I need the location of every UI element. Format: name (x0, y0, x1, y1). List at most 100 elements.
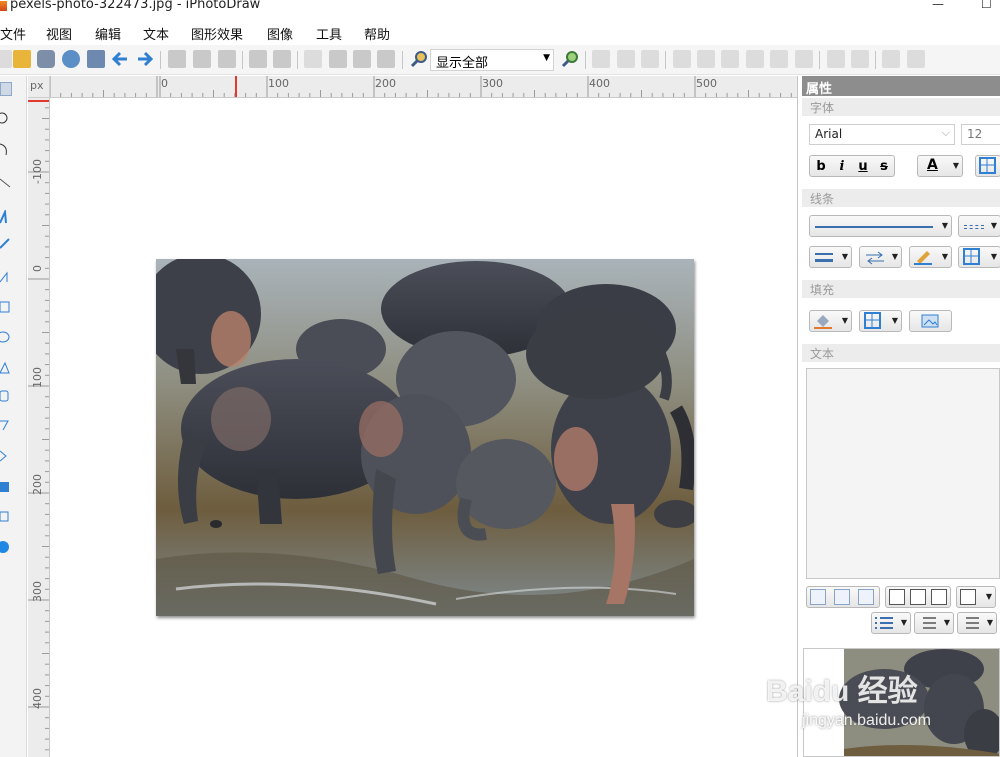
font-name-select[interactable]: Arial ⌵ (809, 124, 955, 145)
zoom-out-icon[interactable] (410, 50, 428, 68)
valign-top-icon[interactable] (889, 589, 905, 605)
text-content-area[interactable] (806, 368, 1000, 579)
undo-icon[interactable] (111, 50, 129, 68)
select-tool-icon[interactable] (0, 82, 12, 96)
line-style-select[interactable]: ▼ (809, 215, 952, 237)
align-center-icon[interactable] (697, 50, 715, 68)
font-color-button[interactable]: A ▼ (917, 155, 963, 177)
ellipse-tool-icon[interactable] (0, 330, 12, 344)
save-as-icon[interactable] (87, 50, 105, 68)
align-top-icon[interactable] (746, 50, 764, 68)
bring-front-icon[interactable] (882, 50, 900, 68)
bold-button[interactable]: b (812, 158, 830, 176)
new-icon[interactable] (0, 50, 12, 68)
snap-object-icon[interactable] (617, 50, 635, 68)
numbered-list-select[interactable]: ▼ (914, 612, 954, 634)
underline-button[interactable]: u (854, 158, 872, 176)
copy-icon[interactable] (193, 50, 211, 68)
lasso-tool-icon[interactable] (0, 111, 12, 125)
align-bottom-icon[interactable] (795, 50, 813, 68)
maximize-button[interactable]: ☐ (981, 0, 992, 11)
web-icon[interactable] (62, 50, 80, 68)
chevron-down-icon: ▼ (891, 252, 898, 261)
fill-pattern-select[interactable]: ▼ (859, 310, 902, 332)
font-size-select[interactable]: 12 (961, 124, 1000, 145)
rectangle-tool-icon[interactable] (0, 300, 12, 314)
italic-button[interactable]: i (833, 158, 851, 176)
zoom-in-icon[interactable] (561, 50, 579, 68)
valign-middle-icon[interactable] (910, 589, 926, 605)
ungroup-icon[interactable] (851, 50, 869, 68)
text-border-button[interactable] (975, 155, 1000, 177)
minimize-button[interactable]: — (932, 0, 944, 11)
cut-icon[interactable] (168, 50, 186, 68)
perspective-icon[interactable] (377, 50, 395, 68)
chevron-down-icon: ▼ (841, 316, 848, 325)
zoom-select[interactable]: 显示全部 ▼ (430, 49, 554, 71)
line-weight-select[interactable]: ▼ (809, 246, 852, 268)
fill-section-header: 填充 (802, 280, 1000, 298)
snap-grid-icon[interactable] (592, 50, 610, 68)
flip-icon[interactable] (353, 50, 371, 68)
align-left-text-icon[interactable] (810, 589, 826, 605)
menu-tools[interactable]: 工具 (316, 24, 342, 43)
line-tool-icon[interactable] (0, 236, 12, 250)
menu-edit[interactable]: 编辑 (95, 24, 121, 43)
valign-bottom-icon[interactable] (931, 589, 947, 605)
line-color-select[interactable]: ▼ (909, 246, 952, 268)
align-middle-icon[interactable] (770, 50, 788, 68)
menu-shape-effects[interactable]: 图形效果 (191, 24, 243, 43)
drawing-canvas[interactable] (51, 99, 797, 757)
font-section-header: 字体 (802, 98, 1000, 116)
arrow-style-select[interactable]: ▼ (859, 246, 902, 268)
text-border-select[interactable]: ▼ (956, 586, 996, 608)
line-border-select[interactable]: ▼ (958, 246, 1000, 268)
dash-style-select[interactable]: ▼ (958, 215, 1000, 237)
chevron-down-icon: ▼ (841, 252, 848, 261)
fill-image-button[interactable] (909, 310, 952, 332)
paste-icon[interactable] (218, 50, 236, 68)
pen-tool-icon[interactable] (0, 175, 12, 189)
menu-text[interactable]: 文本 (143, 24, 169, 43)
menu-file[interactable]: 文件 (0, 24, 26, 43)
group-icon[interactable] (827, 50, 845, 68)
ruler-label: 0 (161, 77, 168, 90)
chevron-down-icon: ▼ (943, 618, 950, 627)
triangle-tool-icon[interactable] (0, 361, 12, 375)
open-icon[interactable] (13, 50, 31, 68)
image-tool-icon[interactable] (0, 480, 12, 494)
align-right-text-icon[interactable] (858, 589, 874, 605)
save-icon[interactable] (37, 50, 55, 68)
ruler-label: 400 (31, 688, 44, 709)
polyline-tool-icon[interactable] (0, 418, 12, 432)
brush-icon[interactable] (329, 50, 347, 68)
arrow-tool-icon[interactable] (0, 270, 12, 284)
menu-image[interactable]: 图像 (267, 24, 293, 43)
link-icon[interactable] (249, 50, 267, 68)
diamond-tool-icon[interactable] (0, 449, 12, 463)
crop-tool-icon[interactable] (0, 510, 12, 524)
menu-view[interactable]: 视图 (46, 24, 72, 43)
send-back-icon[interactable] (907, 50, 925, 68)
align-left-icon[interactable] (673, 50, 691, 68)
align-right-icon[interactable] (721, 50, 739, 68)
hand-tool-icon[interactable] (0, 142, 12, 156)
numbered-list-icon (923, 617, 936, 629)
fill-color-select[interactable]: ▼ (809, 310, 852, 332)
snap-guide-icon[interactable] (641, 50, 659, 68)
edit-icon[interactable] (304, 50, 322, 68)
bullet-list-select[interactable]: ▼ (871, 612, 911, 634)
text-tool-icon[interactable] (0, 208, 12, 224)
menu-help[interactable]: 帮助 (364, 24, 390, 43)
dash-icon (964, 225, 984, 229)
grid-icon (864, 312, 881, 329)
ruler-label: 500 (696, 77, 717, 90)
unlink-icon[interactable] (273, 50, 291, 68)
strikethrough-button[interactable]: s (875, 158, 893, 176)
indent-list-select[interactable]: ▼ (957, 612, 997, 634)
redo-icon[interactable] (136, 50, 154, 68)
align-center-text-icon[interactable] (834, 589, 850, 605)
fill-tool-icon[interactable] (0, 540, 12, 554)
rounded-rect-tool-icon[interactable] (0, 389, 12, 403)
elephant-photo[interactable] (156, 259, 694, 616)
